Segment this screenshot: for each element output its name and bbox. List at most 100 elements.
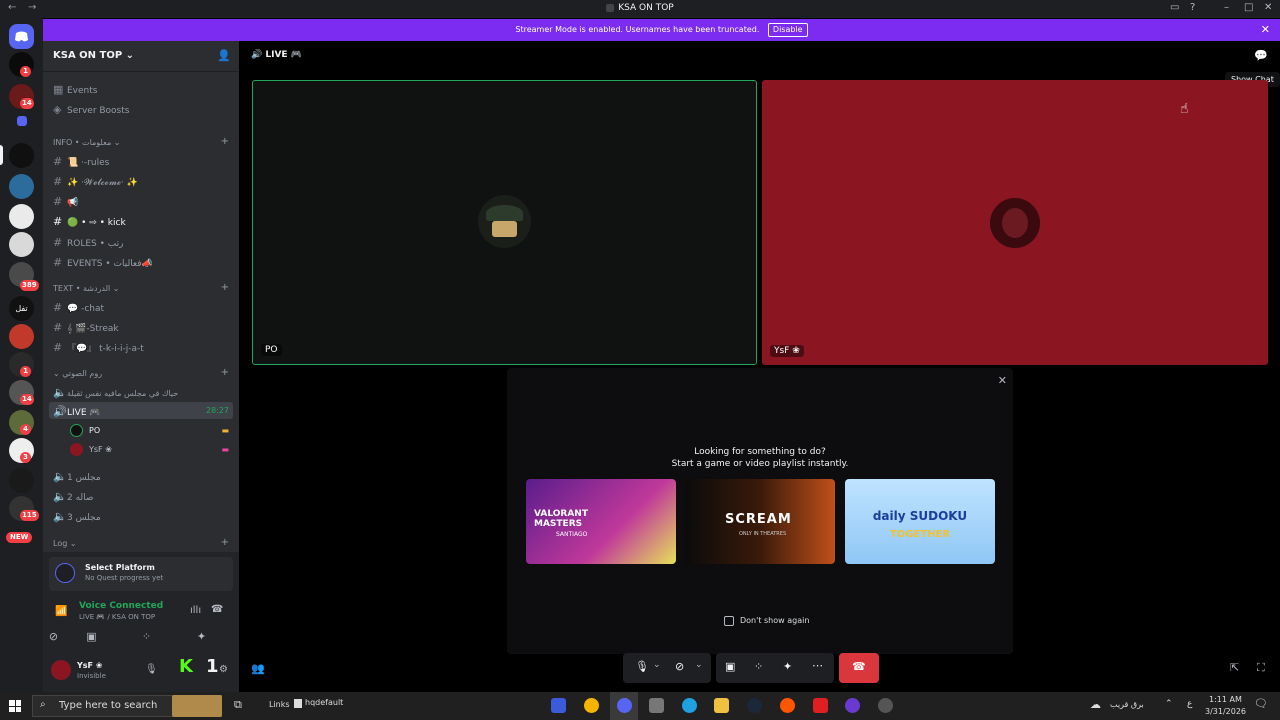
clock-date[interactable]: 3/31/2026 bbox=[1205, 707, 1246, 716]
settings-gear-icon[interactable]: ⚙ bbox=[219, 664, 228, 675]
category-info[interactable]: INFO • معلومات ⌄ bbox=[53, 138, 120, 147]
activities-icon[interactable]: ⁘ bbox=[754, 660, 763, 673]
window-close-icon[interactable]: ✕ bbox=[1264, 2, 1272, 13]
voice-member-po[interactable]: PO bbox=[89, 426, 100, 435]
hqdefault-link[interactable]: hqdefault bbox=[305, 698, 343, 707]
microphone-icon[interactable]: 🎙 bbox=[635, 660, 649, 673]
voice-connected-channel[interactable]: LIVE 🎮 / KSA ON TOP bbox=[79, 613, 155, 621]
clock-time[interactable]: 1:11 AM bbox=[1209, 695, 1242, 704]
voice-channel-hall-2[interactable]: 🔈صاله 2 bbox=[53, 490, 94, 503]
disconnect-button[interactable]: ☎ bbox=[839, 653, 879, 683]
app-icon[interactable] bbox=[845, 698, 860, 713]
windows-start-icon[interactable] bbox=[9, 700, 21, 712]
discord-taskbar-icon[interactable] bbox=[617, 698, 632, 713]
category-voice[interactable]: ⌄ روم الصوتي bbox=[53, 369, 102, 378]
guild-header[interactable]: KSA ON TOP ⌄ bbox=[53, 50, 134, 61]
server-icon[interactable]: تفل bbox=[9, 296, 34, 321]
edge-icon[interactable] bbox=[682, 698, 697, 713]
channel-welcome[interactable]: # ✨ ·𝓦𝓮𝓵𝓬𝓸𝓶𝓮· ✨ bbox=[53, 175, 138, 188]
soundboard-icon[interactable]: ✦ bbox=[783, 660, 792, 673]
close-icon[interactable]: ✕ bbox=[998, 374, 1007, 387]
banner-close-icon[interactable]: ✕ bbox=[1261, 19, 1270, 41]
voice-connected-title[interactable]: Voice Connected bbox=[79, 601, 163, 611]
channel-events[interactable]: # EVENTS • فعاليات📣 bbox=[53, 256, 153, 269]
speaker-icon: 🔈 bbox=[53, 510, 67, 523]
streamer-mode-banner: Streamer Mode is enabled. Usernames have… bbox=[43, 19, 1280, 41]
microphone-icon[interactable]: 🎙 bbox=[145, 664, 158, 675]
app-icon[interactable] bbox=[878, 698, 893, 713]
voice-channel-majlis[interactable]: 🔈حياك في مجلس مافيه نفس ثقيلة bbox=[53, 386, 178, 399]
category-log[interactable]: Log ⌄ bbox=[53, 539, 77, 548]
folder-icon[interactable] bbox=[17, 116, 27, 126]
participant-tile-po[interactable]: PO bbox=[252, 80, 757, 365]
server-icon-ksa[interactable] bbox=[9, 143, 34, 168]
server-icon[interactable] bbox=[9, 204, 34, 229]
server-icon[interactable] bbox=[9, 324, 34, 349]
voice-channel-majlis-1[interactable]: 🔈مجلس 1 bbox=[53, 470, 101, 483]
more-options-icon[interactable]: ⋯ bbox=[812, 659, 823, 672]
noise-suppression-icon[interactable]: ıllı bbox=[190, 605, 201, 616]
channel-roles[interactable]: # ROLES • رتب bbox=[53, 236, 123, 249]
new-badge: NEW bbox=[6, 532, 33, 543]
soundboard-icon[interactable]: ✦ bbox=[179, 630, 224, 643]
maximize-icon[interactable]: □ bbox=[1244, 2, 1253, 13]
input-language[interactable]: ع bbox=[1187, 699, 1192, 709]
user-name[interactable]: YsF ❀ bbox=[77, 661, 103, 670]
channel-kick[interactable]: # 🟢 • ⇨ • kick bbox=[53, 215, 126, 228]
weather-text[interactable]: برق قريب bbox=[1110, 700, 1144, 709]
server-icon[interactable] bbox=[9, 174, 34, 199]
add-channel-icon[interactable]: + bbox=[221, 367, 229, 378]
channel-announcements[interactable]: # 📢 bbox=[53, 195, 78, 208]
chevron-down-icon[interactable]: ⌄ bbox=[695, 660, 703, 670]
file-explorer-icon[interactable] bbox=[714, 698, 729, 713]
events-item[interactable]: ▦ Events bbox=[53, 83, 97, 96]
voice-member-ysf[interactable]: YsF ❀ bbox=[89, 445, 112, 454]
disable-button[interactable]: Disable bbox=[767, 23, 808, 37]
inbox-icon[interactable]: ▭ bbox=[1170, 2, 1179, 13]
chevron-down-icon[interactable]: ⌄ bbox=[653, 660, 661, 670]
server-boosts-item[interactable]: ◈ Server Boosts bbox=[53, 103, 129, 116]
channel-chat[interactable]: # 💬 -chat bbox=[53, 301, 104, 314]
invite-people-icon[interactable]: 👤 bbox=[217, 49, 231, 62]
participant-tile-ysf[interactable]: YsF ❀ bbox=[762, 80, 1268, 365]
avatar bbox=[70, 443, 83, 456]
app-icon[interactable] bbox=[551, 698, 566, 713]
screen-share-icon[interactable]: ▣ bbox=[725, 660, 735, 673]
add-channel-icon[interactable]: + bbox=[221, 537, 229, 548]
activities-icon[interactable]: ⁘ bbox=[124, 630, 169, 643]
server-icon[interactable] bbox=[9, 468, 34, 493]
chat-bubble-icon[interactable]: 💬 bbox=[1254, 49, 1268, 62]
fullscreen-icon[interactable]: ⛶ bbox=[1257, 661, 1265, 675]
discord-home-icon[interactable] bbox=[9, 24, 34, 49]
notifications-icon[interactable]: 🗨 bbox=[1254, 697, 1268, 710]
voice-channel-majlis-3[interactable]: 🔈مجلس 3 bbox=[53, 510, 101, 523]
activity-card-scream[interactable]: SCREAM ONLY IN THEATRES bbox=[685, 479, 835, 564]
channel-tkiijat[interactable]: # 『💬』 t-k-i-i-j-a-t bbox=[53, 341, 144, 354]
add-channel-icon[interactable]: + bbox=[221, 136, 229, 147]
help-icon[interactable]: ? bbox=[1190, 2, 1195, 13]
category-text[interactable]: TEXT • الدردشة ⌄ bbox=[53, 284, 120, 293]
minimize-icon[interactable]: – bbox=[1224, 2, 1229, 13]
chevron-up-icon[interactable]: ⌃ bbox=[1165, 699, 1173, 709]
server-icon[interactable] bbox=[9, 232, 34, 257]
channel-streak[interactable]: # 𝄞 🎬-Streak bbox=[53, 321, 119, 334]
add-friend-icon[interactable]: 👥 bbox=[251, 662, 265, 675]
app-icon[interactable] bbox=[813, 698, 828, 713]
popout-icon[interactable]: ⇱ bbox=[1230, 661, 1239, 674]
channel-rules[interactable]: # 📜 ·-rules bbox=[53, 155, 109, 168]
disconnect-icon[interactable]: ☎ bbox=[211, 604, 223, 615]
soundcloud-icon[interactable] bbox=[780, 698, 795, 713]
user-avatar[interactable] bbox=[51, 660, 71, 680]
camera-off-icon[interactable]: ⊘ bbox=[675, 660, 684, 673]
kick-overlay-icon: K bbox=[179, 656, 193, 677]
add-channel-icon[interactable]: + bbox=[221, 282, 229, 293]
app-icon[interactable] bbox=[649, 698, 664, 713]
task-view-icon[interactable]: ⧉ bbox=[234, 698, 242, 712]
steam-icon[interactable] bbox=[747, 698, 762, 713]
activity-card-sudoku[interactable]: daily SUDOKU TOGETHER bbox=[845, 479, 995, 564]
dont-show-checkbox[interactable] bbox=[724, 616, 734, 626]
app-icon[interactable] bbox=[584, 698, 599, 713]
links-toolbar[interactable]: Links bbox=[269, 700, 290, 709]
screen-share-icon[interactable]: ▣ bbox=[69, 630, 114, 643]
activity-card-valorant[interactable]: VALORANT MASTERS SANTIAGO bbox=[526, 479, 676, 564]
